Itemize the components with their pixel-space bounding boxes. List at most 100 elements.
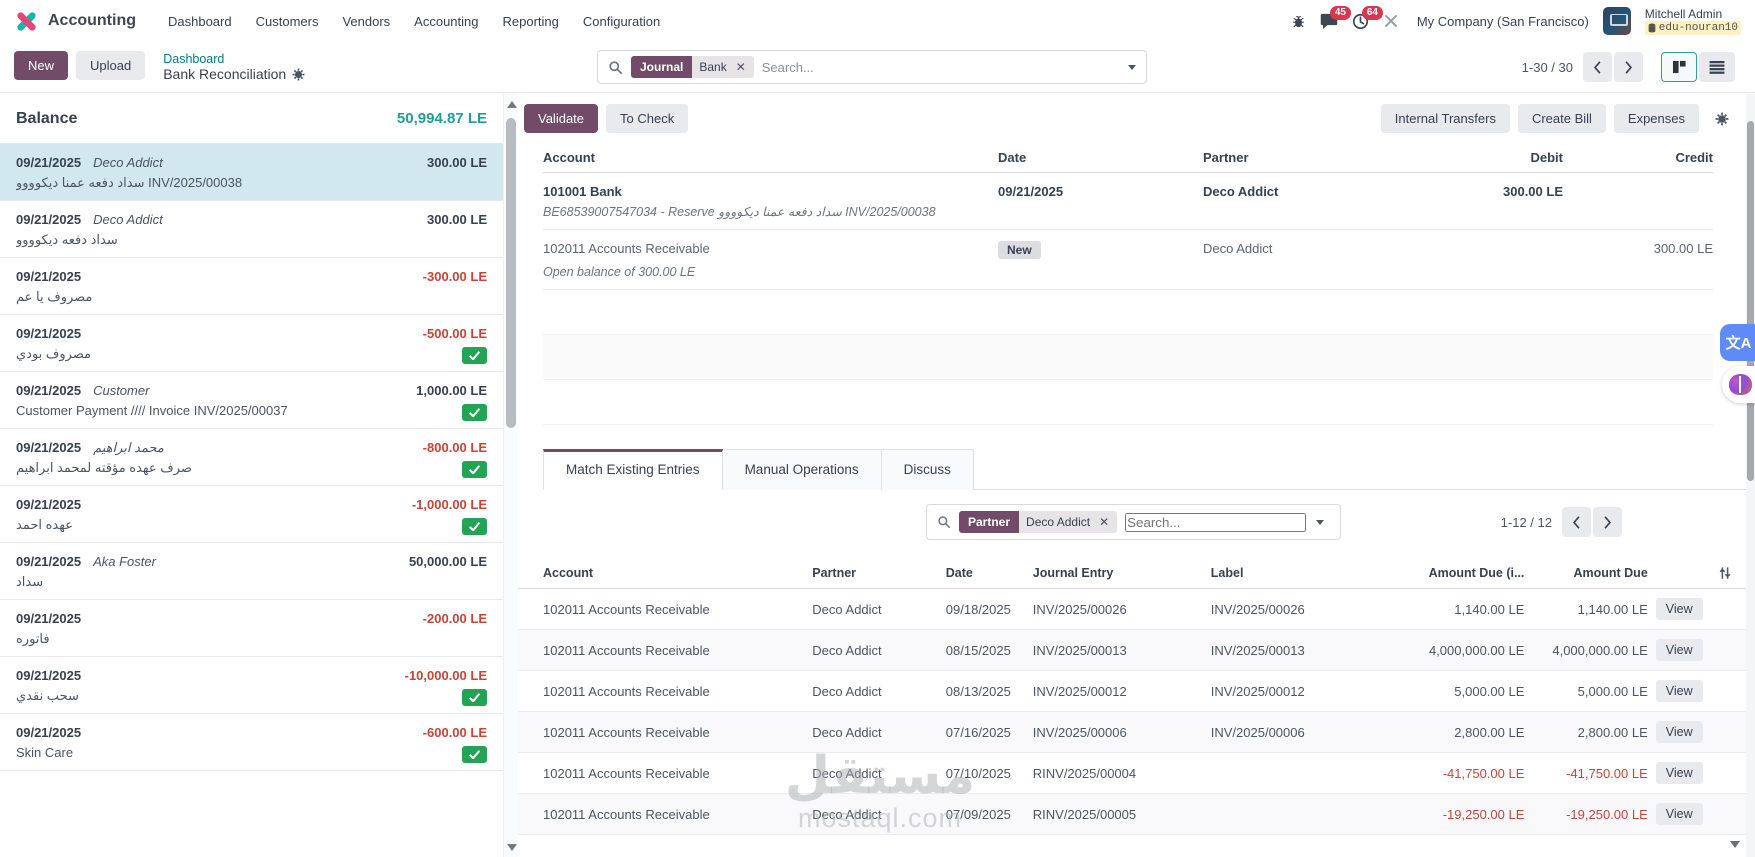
match-search-input[interactable] bbox=[1125, 512, 1307, 532]
statement-line[interactable]: 09/21/2025 Aka Foster سداد 50,000.00 LE bbox=[0, 543, 503, 600]
tools-icon[interactable] bbox=[1383, 13, 1399, 29]
activities-count-badge: 64 bbox=[1361, 5, 1383, 20]
match-pager-next-button[interactable] bbox=[1593, 507, 1622, 537]
view-button[interactable]: View bbox=[1655, 721, 1703, 743]
view-button[interactable]: View bbox=[1655, 598, 1703, 620]
to-check-button[interactable]: To Check bbox=[606, 104, 689, 133]
line-date: 09/21/2025 bbox=[16, 668, 82, 683]
match-amount-due: -41,750.00 LE bbox=[1528, 752, 1652, 794]
match-amount-due-currency: -41,750.00 LE bbox=[1376, 752, 1529, 794]
statement-line[interactable]: 09/21/2025 مصروف بودي -500.00 LE bbox=[0, 315, 503, 372]
col-date[interactable]: Date bbox=[941, 558, 1029, 589]
validate-button[interactable]: Validate bbox=[524, 104, 599, 133]
new-button[interactable]: New bbox=[14, 51, 69, 80]
match-search-dropdown-toggle[interactable] bbox=[1306, 505, 1334, 539]
match-label: INV/2025/00013 bbox=[1206, 629, 1377, 671]
view-button[interactable]: View bbox=[1655, 639, 1703, 661]
match-row[interactable]: 102011 Accounts Receivable Deco Addict 0… bbox=[518, 670, 1755, 712]
menu-dashboard[interactable]: Dashboard bbox=[158, 8, 242, 35]
tab-match-existing-entries[interactable]: Match Existing Entries bbox=[543, 449, 723, 490]
match-label: INV/2025/00026 bbox=[1206, 588, 1377, 630]
view-button[interactable]: View bbox=[1655, 680, 1703, 702]
view-button[interactable]: View bbox=[1655, 803, 1703, 825]
brain-extension-icon[interactable] bbox=[1722, 366, 1755, 403]
left-panel-scrollbar[interactable] bbox=[503, 94, 518, 857]
tab-manual-operations[interactable]: Manual Operations bbox=[722, 449, 882, 490]
scroll-up-icon[interactable] bbox=[507, 101, 517, 108]
col-amount-due-currency[interactable]: Amount Due (i... bbox=[1376, 558, 1529, 589]
app-switcher[interactable]: Accounting bbox=[14, 9, 136, 34]
reconciled-check-icon bbox=[462, 518, 487, 535]
pager-next-button[interactable] bbox=[1614, 52, 1643, 82]
kanban-view-button[interactable] bbox=[1661, 52, 1697, 82]
statement-line[interactable]: 09/21/2025 محمد ابراهيم صرف عهده مؤقته لم… bbox=[0, 429, 503, 486]
col-account[interactable]: Account bbox=[518, 558, 809, 589]
match-pager-previous-button[interactable] bbox=[1562, 507, 1591, 537]
pager-previous-button[interactable] bbox=[1583, 52, 1612, 82]
statement-line[interactable]: 09/21/2025 عهده احمد -1,000.00 LE bbox=[0, 486, 503, 543]
statement-line[interactable]: 09/21/2025 مصروف يا عم -300.00 LE bbox=[0, 258, 503, 315]
menu-configuration[interactable]: Configuration bbox=[573, 8, 670, 35]
match-row[interactable]: 102011 Accounts Receivable Deco Addict 0… bbox=[518, 629, 1755, 671]
tab-discuss[interactable]: Discuss bbox=[881, 449, 974, 490]
menu-vendors[interactable]: Vendors bbox=[332, 8, 400, 35]
breadcrumb-dashboard-link[interactable]: Dashboard bbox=[163, 52, 305, 67]
menu-reporting[interactable]: Reporting bbox=[493, 8, 569, 35]
match-search-bar[interactable]: Partner Deco Addict ✕ bbox=[926, 504, 1341, 540]
translate-extension-icon[interactable]: 文A bbox=[1720, 324, 1755, 361]
statement-line[interactable]: 09/21/2025 فاتوره -200.00 LE bbox=[0, 600, 503, 657]
scrollbar-thumb[interactable] bbox=[1747, 121, 1754, 481]
scrollbar-thumb[interactable] bbox=[506, 118, 516, 428]
balance-header: Balance 50,994.87 LE bbox=[0, 94, 503, 144]
messages-icon[interactable]: 45 bbox=[1320, 6, 1351, 29]
menu-accounting[interactable]: Accounting bbox=[404, 8, 488, 35]
facet-remove-icon[interactable]: ✕ bbox=[1097, 511, 1118, 533]
view-button[interactable]: View bbox=[1655, 762, 1703, 784]
match-row[interactable]: 102011 Accounts Receivable Deco Addict 0… bbox=[518, 793, 1755, 835]
match-partner: Deco Addict bbox=[808, 752, 942, 794]
search-dropdown-toggle[interactable] bbox=[1118, 51, 1146, 83]
match-partner: Deco Addict bbox=[808, 588, 942, 630]
line-label: سداد bbox=[16, 574, 44, 589]
match-row[interactable]: 102011 Accounts Receivable Deco Addict 0… bbox=[518, 588, 1755, 630]
entry-partner: Deco Addict bbox=[1203, 241, 1273, 256]
col-journal-entry[interactable]: Journal Entry bbox=[1028, 558, 1207, 589]
statement-line[interactable]: 09/21/2025 Skin Care -600.00 LE bbox=[0, 714, 503, 771]
menu-customers[interactable]: Customers bbox=[246, 8, 329, 35]
right-panel-scrollbar[interactable] bbox=[1746, 94, 1755, 857]
user-menu[interactable]: Mitchell Admin edu-nouran10 bbox=[1644, 7, 1741, 35]
match-row[interactable]: 102011 Accounts Receivable Deco Addict 0… bbox=[518, 711, 1755, 753]
activities-clock-icon[interactable]: 64 bbox=[1352, 5, 1383, 30]
statement-line[interactable]: 09/21/2025 Customer Customer Payment ////… bbox=[0, 372, 503, 429]
col-amount-due[interactable]: Amount Due bbox=[1528, 558, 1652, 589]
line-amount: -800.00 LE bbox=[422, 440, 487, 455]
line-amount: -10,000.00 LE bbox=[404, 668, 487, 683]
statement-line[interactable]: 09/21/2025 Deco Addict سداد دفعه ديكوووو … bbox=[0, 201, 503, 258]
avatar[interactable] bbox=[1602, 7, 1631, 35]
col-label[interactable]: Label bbox=[1206, 558, 1377, 589]
entry-table-header: Account Date Partner Debit Credit bbox=[543, 143, 1713, 173]
statement-line[interactable]: 09/21/2025 Deco Addict سداد دفعه عمنا ديك… bbox=[0, 144, 503, 201]
search-input[interactable] bbox=[761, 59, 1118, 75]
messages-count-badge: 45 bbox=[1329, 6, 1351, 20]
match-row[interactable]: 102011 Accounts Receivable Deco Addict 0… bbox=[518, 752, 1755, 794]
facet-remove-icon[interactable]: ✕ bbox=[733, 56, 754, 78]
scroll-down-icon[interactable] bbox=[507, 844, 517, 851]
entry-date: 09/21/2025 bbox=[998, 184, 1064, 199]
upload-button[interactable]: Upload bbox=[76, 51, 146, 80]
main-search-bar[interactable]: Journal Bank ✕ bbox=[597, 50, 1147, 84]
statement-line[interactable]: 09/21/2025 سحب نقدي -10,000.00 LE bbox=[0, 657, 503, 714]
col-partner[interactable]: Partner bbox=[808, 558, 942, 589]
create-bill-button[interactable]: Create Bill bbox=[1517, 104, 1606, 133]
page-settings-gear-icon[interactable] bbox=[292, 68, 305, 81]
debug-bug-icon[interactable] bbox=[1291, 14, 1306, 29]
entry-line-bank[interactable]: 101001 Bank 09/21/2025 Deco Addict 300.0… bbox=[543, 173, 1713, 230]
list-view-button[interactable] bbox=[1699, 52, 1735, 82]
entry-line-receivable[interactable]: 102011 Accounts Receivable New Deco Addi… bbox=[543, 230, 1713, 290]
internal-transfers-button[interactable]: Internal Transfers bbox=[1380, 104, 1510, 133]
search-facet-partner: Partner Deco Addict ✕ bbox=[959, 511, 1118, 533]
company-selector[interactable]: My Company (San Francisco) bbox=[1417, 14, 1589, 29]
expenses-button[interactable]: Expenses bbox=[1613, 104, 1699, 133]
entry-settings-gear-icon[interactable] bbox=[1715, 112, 1729, 126]
entry-account: 101001 Bank bbox=[543, 184, 622, 199]
